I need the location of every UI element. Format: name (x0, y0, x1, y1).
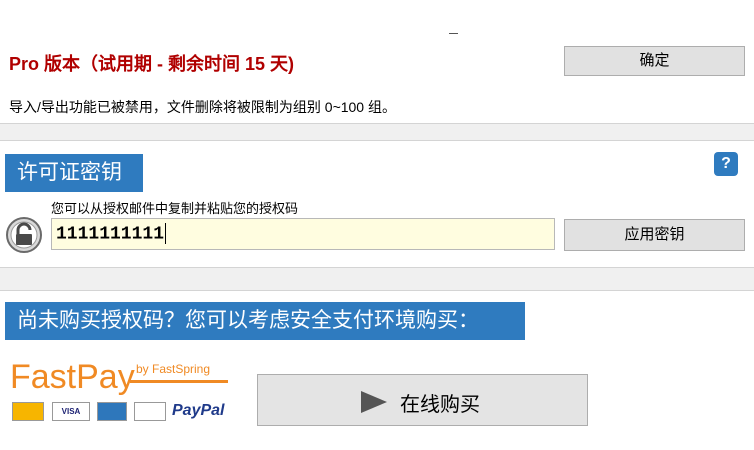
license-key-input[interactable]: 1111111111 (51, 218, 555, 250)
amex-icon (97, 402, 127, 421)
license-key-value: 1111111111 (56, 224, 165, 245)
unlock-icon (6, 217, 42, 253)
edition-title: Pro 版本（试用期 - 剩余时间 15 天) (9, 54, 295, 74)
play-icon (361, 391, 387, 413)
license-key-hint: 您可以从授权邮件中复制并粘贴您的授权码 (51, 201, 299, 216)
trial-notice: 导入/导出功能已被禁用，文件删除将被限制为组别 0~100 组。 (9, 99, 396, 115)
discover-icon (134, 402, 166, 421)
apply-key-button[interactable]: 应用密钥 (564, 219, 745, 251)
fastpay-wordmark: FastPay (10, 358, 135, 396)
buy-online-label: 在线购买 (400, 394, 480, 416)
help-icon[interactable]: ? (714, 152, 738, 176)
divider-mark (449, 33, 458, 34)
paypal-logo: PayPal (172, 402, 225, 419)
edition-panel: Pro 版本（试用期 - 剩余时间 15 天) 确定 导入/导出功能已被禁用，文… (0, 0, 754, 124)
purchase-heading: 尚未购买授权码？您可以考虑安全支付环境购买： (5, 302, 525, 340)
payment-methods: VISA PayPal (12, 402, 232, 422)
mastercard-icon (12, 402, 44, 421)
text-caret (165, 223, 167, 244)
fastpay-logo: FastPay by FastSpring (10, 358, 230, 398)
buy-online-button[interactable]: 在线购买 (257, 374, 588, 426)
ok-button[interactable]: 确定 (564, 46, 745, 76)
fastpay-underline (130, 380, 228, 383)
fastspring-byline: by FastSpring (136, 362, 211, 376)
license-key-heading: 许可证密钥 (5, 154, 143, 192)
visa-icon: VISA (52, 402, 90, 421)
